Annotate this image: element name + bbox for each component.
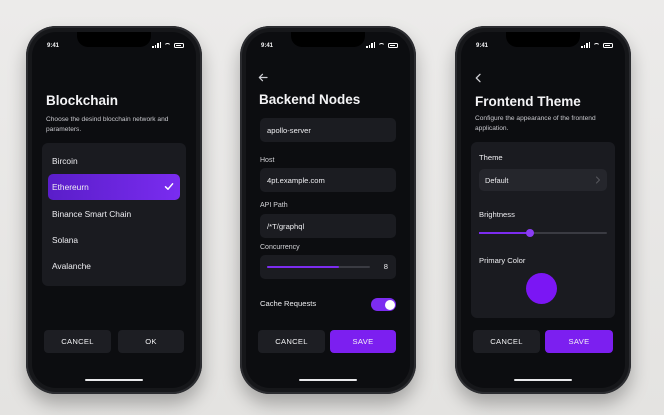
ok-button[interactable]: OK bbox=[118, 330, 184, 353]
theme-value: Default bbox=[485, 175, 509, 185]
cache-requests-row: Cache Requests bbox=[260, 298, 396, 312]
chain-list: Bircoin Ethereurn Binance Smart Chain So… bbox=[42, 143, 186, 286]
chevron-right-icon bbox=[595, 176, 601, 184]
host-field[interactable]: 4pt.example.com bbox=[260, 168, 396, 192]
screen-frontend-theme: 9:41 Frontend Theme Configure the appear… bbox=[461, 32, 625, 388]
status-icons bbox=[366, 42, 398, 48]
theme-select[interactable]: Default bbox=[479, 169, 607, 191]
back-button[interactable] bbox=[256, 70, 270, 84]
cache-requests-toggle[interactable] bbox=[371, 298, 396, 311]
api-path-field[interactable]: /*T/graphql bbox=[260, 214, 396, 238]
host-label: Host bbox=[260, 157, 275, 164]
page-subtitle: Choose the desind blocchain network and … bbox=[46, 116, 169, 133]
page-title: Blockchain bbox=[46, 93, 119, 108]
phone-frontend-theme: 9:41 Frontend Theme Configure the appear… bbox=[455, 26, 631, 394]
status-icons bbox=[581, 42, 613, 48]
status-time: 9:41 bbox=[476, 43, 489, 49]
cancel-button[interactable]: CANCEL bbox=[44, 330, 111, 353]
chain-label: Ethereurn bbox=[52, 182, 89, 192]
brightness-thumb[interactable] bbox=[526, 229, 535, 237]
brightness-fill bbox=[479, 232, 531, 234]
home-indicator bbox=[299, 378, 357, 381]
wifi-icon bbox=[378, 42, 385, 48]
chain-option-solana[interactable]: Solana bbox=[48, 227, 180, 253]
name-field[interactable]: apollo-server bbox=[260, 118, 396, 142]
chain-option-avalanche[interactable]: Avalanche bbox=[48, 253, 180, 279]
notch bbox=[506, 32, 580, 47]
chain-option-ethereum[interactable]: Ethereurn bbox=[48, 174, 180, 200]
toggle-knob bbox=[384, 299, 395, 310]
chain-label: Solana bbox=[52, 235, 79, 245]
phone-backend-nodes: 9:41 Backend Nodes apollo-server Host 4p… bbox=[240, 26, 416, 394]
screen-backend-nodes: 9:41 Backend Nodes apollo-server Host 4p… bbox=[246, 32, 410, 388]
signal-icon bbox=[366, 42, 375, 48]
api-path-label: API Path bbox=[260, 202, 288, 209]
screen-blockchain: 9:41 Blockchain Choose the desind blocch… bbox=[32, 32, 196, 388]
primary-color-swatch[interactable] bbox=[526, 273, 557, 304]
wifi-icon bbox=[164, 42, 171, 48]
concurrency-track bbox=[267, 266, 370, 268]
back-arrow-icon bbox=[258, 73, 268, 81]
back-button[interactable] bbox=[471, 71, 485, 85]
battery-icon bbox=[603, 42, 613, 48]
cache-requests-label: Cache Requests bbox=[260, 299, 317, 308]
phone-blockchain: 9:41 Blockchain Choose the desind blocch… bbox=[26, 26, 202, 394]
status-time: 9:41 bbox=[47, 43, 60, 49]
home-indicator bbox=[514, 378, 572, 381]
concurrency-slider[interactable]: 8 bbox=[260, 255, 396, 279]
page-title: Frontend Theme bbox=[475, 94, 581, 109]
battery-icon bbox=[388, 42, 398, 48]
status-time: 9:41 bbox=[261, 43, 274, 49]
cancel-button[interactable]: CANCEL bbox=[473, 330, 540, 353]
cancel-button[interactable]: CANCEL bbox=[258, 330, 325, 353]
page-title: Backend Nodes bbox=[259, 92, 361, 107]
brightness-label: Brightness bbox=[479, 210, 515, 219]
wifi-icon bbox=[593, 42, 600, 48]
concurrency-value: 8 bbox=[383, 262, 388, 271]
theme-label: Theme bbox=[479, 153, 503, 162]
theme-card: Theme Default Brightness Primary Color bbox=[471, 142, 615, 318]
chain-label: Bircoin bbox=[52, 156, 78, 166]
page-subtitle: Configure the appearance of the frontend… bbox=[475, 115, 596, 132]
save-button[interactable]: SAVE bbox=[330, 330, 396, 353]
battery-icon bbox=[174, 42, 184, 48]
chain-label: Avalanche bbox=[52, 261, 91, 271]
save-button[interactable]: SAVE bbox=[545, 330, 613, 353]
chain-label: Binance Smart Chain bbox=[52, 209, 132, 219]
brightness-slider[interactable] bbox=[479, 229, 607, 237]
chain-option-binance-smart-chain[interactable]: Binance Smart Chain bbox=[48, 201, 180, 227]
notch bbox=[291, 32, 365, 47]
primary-color-label: Primary Color bbox=[479, 256, 526, 265]
concurrency-label: Concurrency bbox=[260, 244, 300, 251]
home-indicator bbox=[85, 378, 143, 381]
signal-icon bbox=[152, 42, 161, 48]
back-arrow-icon bbox=[475, 73, 481, 83]
signal-icon bbox=[581, 42, 590, 48]
notch bbox=[77, 32, 151, 47]
concurrency-fill bbox=[267, 266, 340, 268]
check-icon bbox=[164, 183, 174, 190]
status-icons bbox=[152, 42, 184, 48]
chain-option-bitcoin[interactable]: Bircoin bbox=[48, 148, 180, 174]
